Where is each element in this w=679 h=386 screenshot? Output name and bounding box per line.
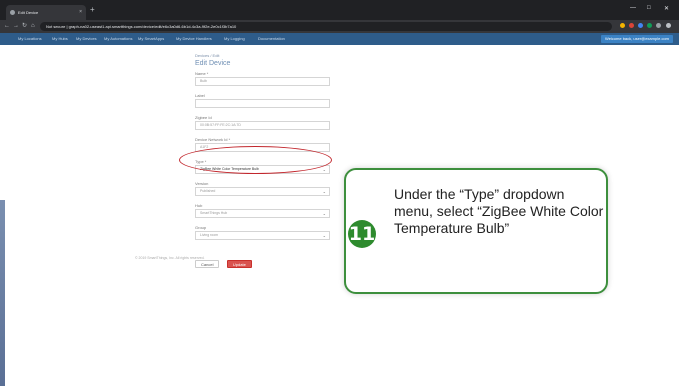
- home-icon[interactable]: ⌂: [31, 22, 35, 31]
- minimize-icon[interactable]: —: [630, 5, 636, 11]
- back-icon[interactable]: ←: [4, 22, 10, 31]
- chevron-down-icon: ⌄: [322, 167, 326, 172]
- extension-icon[interactable]: [638, 23, 643, 28]
- nav-item-locations[interactable]: My Locations: [18, 33, 42, 45]
- nav-item-documentation[interactable]: Documentation: [258, 33, 285, 45]
- nav-item-automations[interactable]: My Automations: [104, 33, 132, 45]
- profile-avatar-icon[interactable]: [656, 23, 661, 28]
- reload-icon[interactable]: ↻: [22, 22, 27, 31]
- group-select[interactable]: Living room ⌄: [195, 231, 330, 240]
- nav-item-hubs[interactable]: My Hubs: [52, 33, 68, 45]
- nav-item-devices[interactable]: My Devices: [76, 33, 97, 45]
- zigbee-id-field-group: Zigbee Id 00:0B:57:FF:FE:2C:1A:7D: [195, 115, 330, 137]
- address-bar[interactable]: Not secure | graph-na02-useast1.api.smar…: [40, 22, 612, 31]
- version-select[interactable]: Published ⌄: [195, 187, 330, 196]
- nav-item-smartapps[interactable]: My SmartApps: [138, 33, 164, 45]
- form-actions: Cancel Update: [195, 253, 330, 271]
- label-input[interactable]: [195, 99, 330, 108]
- menu-icon[interactable]: [666, 23, 671, 28]
- page-footer: © 2019 SmartThings, Inc. All rights rese…: [135, 256, 205, 260]
- browser-tab-bar: Edit Device × + — □ ✕: [0, 0, 679, 20]
- hub-field-group: Hub SmartThings Hub ⌄: [195, 203, 330, 225]
- tab-close-icon[interactable]: ×: [79, 5, 82, 20]
- extension-icon[interactable]: [647, 23, 652, 28]
- chevron-down-icon: ⌄: [322, 233, 326, 238]
- hub-select-value: SmartThings Hub: [200, 211, 228, 215]
- name-input[interactable]: Bulb: [195, 77, 330, 86]
- group-select-value: Living room: [200, 233, 219, 237]
- browser-toolbar: ← → ↻ ⌂ Not secure | graph-na02-useast1.…: [0, 20, 679, 33]
- label-field-group: Label: [195, 93, 330, 115]
- nav-item-device-handlers[interactable]: My Device Handlers: [176, 33, 212, 45]
- browser-tab[interactable]: Edit Device ×: [6, 5, 86, 20]
- version-select-value: Published: [200, 189, 216, 193]
- tab-title: Edit Device: [18, 10, 39, 15]
- breadcrumb[interactable]: Devices / Edit: [195, 52, 330, 59]
- extension-icon[interactable]: [620, 23, 625, 28]
- close-window-icon[interactable]: ✕: [664, 5, 669, 12]
- maximize-icon[interactable]: □: [647, 5, 651, 11]
- name-field-group: Name * Bulb: [195, 71, 330, 93]
- site-navigation: My Locations My Hubs My Devices My Autom…: [0, 33, 679, 45]
- step-number-badge: 11: [348, 220, 376, 248]
- nav-item-logging[interactable]: My Logging: [224, 33, 245, 45]
- update-button[interactable]: Update: [226, 260, 252, 268]
- instruction-callout: 11 Under the “Type” dropdown menu, selec…: [344, 168, 608, 294]
- window-edge: [0, 200, 5, 386]
- new-tab-icon[interactable]: +: [90, 6, 95, 14]
- zigbee-id-input[interactable]: 00:0B:57:FF:FE:2C:1A:7D: [195, 121, 330, 130]
- chevron-down-icon: ⌄: [322, 211, 326, 216]
- user-account-button[interactable]: Welcome back, user@example.com: [600, 35, 673, 43]
- chevron-down-icon: ⌄: [322, 189, 326, 194]
- forward-icon[interactable]: →: [13, 22, 19, 31]
- page-title: Edit Device: [195, 60, 231, 67]
- type-highlight-ellipse: [179, 146, 332, 174]
- favicon-icon: [10, 10, 15, 15]
- hub-select[interactable]: SmartThings Hub ⌄: [195, 209, 330, 218]
- cancel-button[interactable]: Cancel: [195, 260, 220, 268]
- extension-icon[interactable]: [629, 23, 634, 28]
- group-field-group: Group Living room ⌄: [195, 225, 330, 247]
- version-field-group: Version Published ⌄: [195, 181, 330, 203]
- instruction-text: Under the “Type” dropdown menu, select “…: [394, 186, 604, 236]
